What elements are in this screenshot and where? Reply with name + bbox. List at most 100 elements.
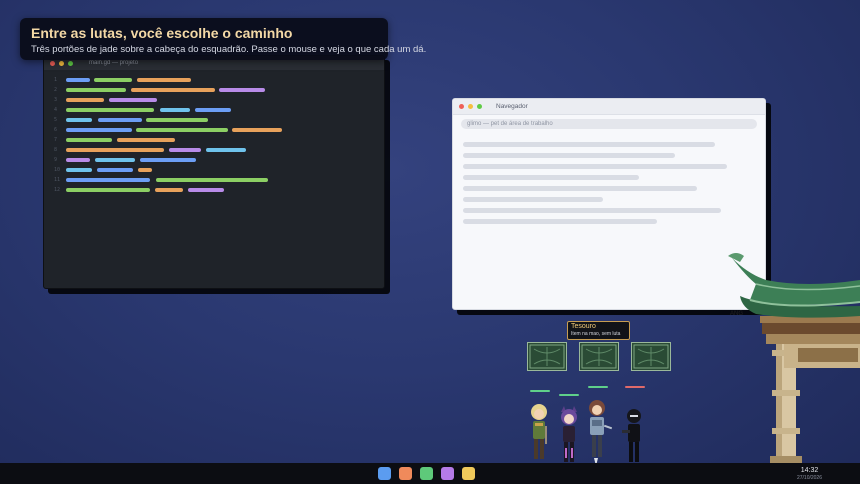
minimize-icon[interactable] <box>59 60 64 66</box>
browser-title: Navegador <box>496 103 528 110</box>
pagoda-gate <box>728 253 860 464</box>
jade-pattern-icon <box>581 344 617 369</box>
shadow-ninja-sprite[interactable] <box>620 406 646 468</box>
treasure-tooltip: Tesouro Item na mao, sem luta <box>567 321 630 340</box>
code-line[interactable]: 10 <box>44 166 384 176</box>
armored-knight-sprite[interactable] <box>584 398 612 466</box>
app-blue-icon[interactable] <box>378 467 391 480</box>
content-placeholder-line <box>463 153 675 158</box>
code-token <box>219 88 265 92</box>
code-token <box>146 118 208 122</box>
code-token <box>109 98 157 102</box>
code-token <box>131 88 215 92</box>
content-placeholder-line <box>463 208 721 213</box>
code-token <box>137 78 191 82</box>
hp-bar-ninja <box>625 386 645 388</box>
line-number: 5 <box>54 117 58 123</box>
code-token <box>156 178 268 182</box>
app-green-icon[interactable] <box>420 467 433 480</box>
content-placeholder-line <box>463 142 715 147</box>
code-editor-window[interactable]: main.gd — projeto 1 2 3 4 5 6 7 8 9 10 11 12 <box>43 55 385 289</box>
code-token <box>140 158 196 162</box>
line-number: 6 <box>54 127 58 133</box>
line-number: 7 <box>54 137 58 143</box>
code-line[interactable]: 7 <box>44 136 384 146</box>
line-number: 3 <box>54 97 58 103</box>
content-placeholder-line <box>463 186 697 191</box>
code-line[interactable]: 6 <box>44 126 384 136</box>
app-orange-icon[interactable] <box>399 467 412 480</box>
app-yellow-icon[interactable] <box>462 467 475 480</box>
code-token <box>95 158 135 162</box>
content-placeholder-line <box>463 175 639 180</box>
hp-bar-knight <box>588 386 608 388</box>
close-icon[interactable] <box>459 104 464 109</box>
editor-title: main.gd — projeto <box>89 60 139 66</box>
code-token <box>66 88 126 92</box>
line-number: 12 <box>54 187 61 193</box>
code-token <box>94 78 132 82</box>
minimize-icon[interactable] <box>468 104 473 109</box>
content-placeholder-line <box>463 219 657 224</box>
maximize-icon[interactable] <box>477 104 482 109</box>
code-line[interactable]: 11 <box>44 176 384 186</box>
code-token <box>66 148 164 152</box>
treasure-subtitle: Item na mao, sem luta <box>571 331 621 337</box>
portal-left[interactable] <box>527 342 567 371</box>
clock-date: 27/10/2026 <box>796 475 822 481</box>
code-line[interactable]: 12 <box>44 186 384 196</box>
line-number: 1 <box>54 77 58 83</box>
code-token <box>195 108 231 112</box>
code-token <box>66 118 92 122</box>
hp-bar-mage <box>559 394 579 396</box>
browser-title-bar[interactable]: Navegador <box>453 99 765 115</box>
code-token <box>66 168 92 172</box>
code-line[interactable]: 4 <box>44 106 384 116</box>
code-line[interactable]: 3 <box>44 96 384 106</box>
code-token <box>155 188 183 192</box>
maximize-icon[interactable] <box>68 60 73 66</box>
code-area[interactable]: 1 2 3 4 5 6 7 8 9 10 11 12 <box>44 70 384 196</box>
banner-subtitle: Três portões de jade sobre a cabeça do e… <box>31 44 427 55</box>
code-line[interactable]: 5 <box>44 116 384 126</box>
code-line[interactable]: 1 <box>44 76 384 86</box>
jade-pattern-icon <box>633 344 669 369</box>
close-icon[interactable] <box>50 60 55 66</box>
code-token <box>98 118 142 122</box>
line-number: 11 <box>54 177 61 183</box>
code-line[interactable]: 9 <box>44 156 384 166</box>
app-purple-icon[interactable] <box>441 467 454 480</box>
blonde-warrior-sprite[interactable] <box>526 402 552 466</box>
line-number: 2 <box>54 87 58 93</box>
browser-window[interactable]: Navegador glimo — pet de área de trabalh… <box>452 98 766 310</box>
hp-bar-warrior <box>530 390 550 392</box>
jade-pattern-icon <box>529 344 565 369</box>
portal-treasure[interactable] <box>579 342 619 371</box>
clock-time: 14:32 <box>800 467 819 474</box>
code-token <box>66 128 132 132</box>
address-bar[interactable]: glimo — pet de área de trabalho <box>461 119 757 129</box>
code-token <box>232 128 282 132</box>
intro-banner: Entre as lutas, você escolhe o caminho T… <box>20 18 427 60</box>
system-clock[interactable]: 14:32 27/10/2026 <box>797 467 822 482</box>
code-token <box>136 128 228 132</box>
code-token <box>66 138 112 142</box>
code-token <box>66 158 90 162</box>
code-token <box>66 78 90 82</box>
code-line[interactable]: 8 <box>44 146 384 156</box>
code-token <box>97 168 133 172</box>
portal-right[interactable] <box>631 342 671 371</box>
code-token <box>66 188 150 192</box>
line-number: 10 <box>54 167 61 173</box>
purple-cat-mage-sprite[interactable] <box>556 406 582 468</box>
taskbar: 14:32 27/10/2026 <box>0 463 860 484</box>
code-token <box>169 148 201 152</box>
code-token <box>160 108 190 112</box>
code-token <box>117 138 175 142</box>
code-line[interactable]: 2 <box>44 86 384 96</box>
content-placeholder-line <box>463 164 727 169</box>
treasure-title: Tesouro <box>571 323 596 330</box>
code-token <box>66 178 150 182</box>
banner-title: Entre as lutas, você escolhe o caminho <box>31 25 293 41</box>
content-placeholder-line <box>463 197 603 202</box>
